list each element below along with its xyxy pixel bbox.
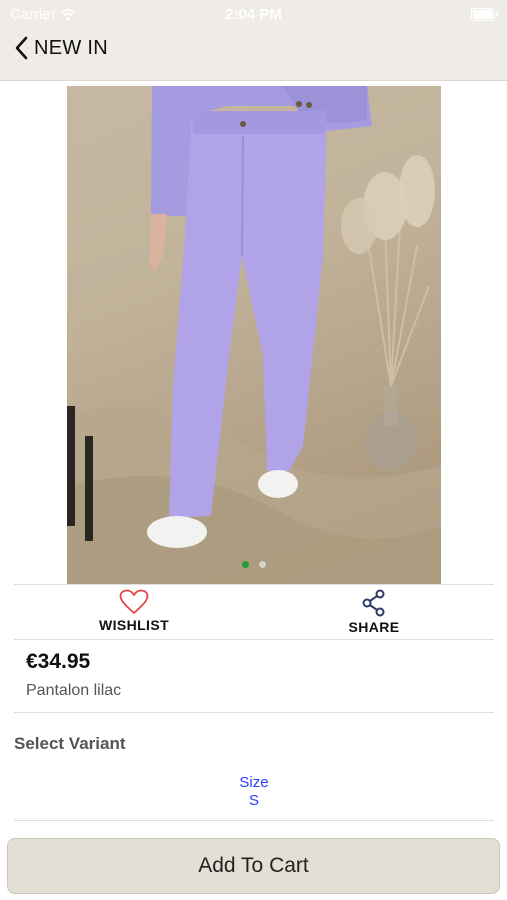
status-bar: Carrier 2:04 PM — [0, 4, 507, 24]
variant-heading: Select Variant — [14, 734, 126, 753]
product-photo — [67, 86, 441, 584]
product-actions: WISHLIST SHARE — [14, 584, 494, 640]
page-dot-active[interactable] — [242, 561, 249, 568]
wishlist-button[interactable]: WISHLIST — [14, 585, 254, 639]
add-to-cart-button[interactable]: Add To Cart — [7, 838, 500, 894]
page-dot[interactable] — [259, 561, 266, 568]
share-icon — [362, 589, 385, 617]
wishlist-label: WISHLIST — [98, 617, 170, 633]
carousel-page-indicator[interactable] — [67, 561, 441, 568]
product-info: €34.95 Pantalon lilac — [14, 638, 494, 713]
variant-option-value: S — [248, 792, 259, 809]
size-variant-selector[interactable]: Size S — [14, 774, 494, 810]
back-button[interactable]: NEW IN — [14, 36, 108, 60]
divider — [14, 820, 494, 821]
battery-icon — [471, 8, 498, 21]
back-button-title: NEW IN — [34, 36, 109, 59]
status-time: 2:04 PM — [225, 6, 282, 23]
navigation-bar: Carrier 2:04 PM NEW IN — [0, 0, 507, 81]
product-price: €34.95 — [26, 650, 91, 673]
product-name: Pantalon lilac — [26, 682, 122, 699]
heart-icon — [119, 589, 149, 614]
share-label: SHARE — [348, 619, 400, 635]
variant-option-label: Size — [239, 774, 269, 791]
share-button[interactable]: SHARE — [254, 585, 494, 639]
product-image-carousel[interactable] — [67, 86, 441, 584]
add-to-cart-label: Add To Cart — [198, 854, 309, 877]
chevron-left-icon — [15, 36, 28, 60]
